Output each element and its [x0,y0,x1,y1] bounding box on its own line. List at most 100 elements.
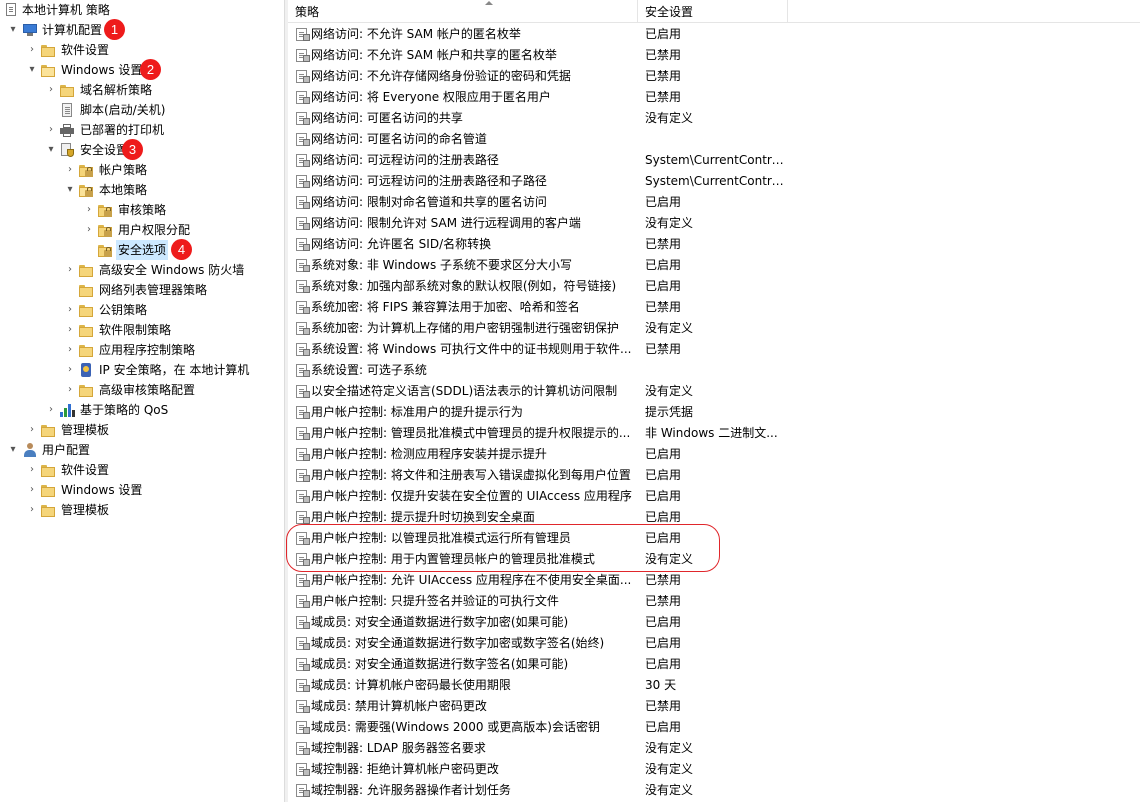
sort-ascending-icon [485,1,493,5]
policy-row[interactable]: 系统设置: 将 Windows 可执行文件中的证书规则用于软件... 已禁用 [288,339,1140,360]
expand-chevron-icon[interactable]: › [25,40,39,60]
expand-chevron-icon[interactable]: › [25,500,39,520]
policy-item-icon [295,468,310,483]
policy-row[interactable]: 用户帐户控制: 仅提升安装在安全位置的 UIAccess 应用程序 已启用 [288,486,1140,507]
policy-row[interactable]: 网络访问: 不允许 SAM 帐户和共享的匿名枚举 已禁用 [288,45,1140,66]
policy-name: 域控制器: LDAP 服务器签名要求 [311,741,486,755]
policy-row[interactable]: 系统设置: 可选子系统 [288,360,1140,381]
qos-chart-icon [59,402,75,418]
expand-chevron-icon[interactable]: › [82,220,96,240]
policy-row[interactable]: 域成员: 对安全通道数据进行数字签名(如果可能) 已启用 [288,654,1140,675]
policy-row[interactable]: 网络访问: 限制对命名管道和共享的匿名访问 已启用 [288,192,1140,213]
policy-row[interactable]: 域成员: 禁用计算机帐户密码更改 已禁用 [288,696,1140,717]
security-icon [59,142,75,158]
expand-chevron-icon[interactable]: › [44,400,58,420]
policy-row[interactable]: 以安全描述符定义语言(SDDL)语法表示的计算机访问限制 没有定义 [288,381,1140,402]
policy-row[interactable]: 用户帐户控制: 允许 UIAccess 应用程序在不使用安全桌面... 已禁用 [288,570,1140,591]
script-icon [59,102,75,118]
policy-row[interactable]: 网络访问: 可匿名访问的命名管道 [288,129,1140,150]
policy-row[interactable]: 网络访问: 限制允许对 SAM 进行远程调用的客户端 没有定义 [288,213,1140,234]
policy-item-icon [295,111,310,126]
policy-row[interactable]: 用户帐户控制: 将文件和注册表写入错误虚拟化到每用户位置 已启用 [288,465,1140,486]
policy-row[interactable]: 网络访问: 不允许存储网络身份验证的密码和凭据 已禁用 [288,66,1140,87]
collapse-chevron-icon[interactable]: ▾ [25,60,39,80]
policy-name: 网络访问: 不允许 SAM 帐户的匿名枚举 [311,27,521,41]
policy-name: 网络访问: 不允许 SAM 帐户和共享的匿名枚举 [311,48,557,62]
policy-item-icon [295,237,310,252]
policy-name: 域成员: 禁用计算机帐户密码更改 [311,699,487,713]
policy-name: 系统设置: 将 Windows 可执行文件中的证书规则用于软件... [311,342,632,356]
expand-chevron-icon[interactable]: › [25,480,39,500]
policy-row[interactable]: 网络访问: 可匿名访问的共享 没有定义 [288,108,1140,129]
policy-row[interactable]: 系统加密: 将 FIPS 兼容算法用于加密、哈希和签名 已禁用 [288,297,1140,318]
collapse-chevron-icon[interactable]: ▾ [6,440,20,460]
policy-setting: 已启用 [645,468,682,482]
collapse-chevron-icon[interactable]: ▾ [44,140,58,160]
column-header-setting[interactable]: 安全设置 [638,0,788,22]
policy-row[interactable]: 网络访问: 将 Everyone 权限应用于匿名用户 已禁用 [288,87,1140,108]
policy-name: 域成员: 需要强(Windows 2000 或更高版本)会话密钥 [311,720,600,734]
column-header-policy[interactable]: 策略 [288,0,638,22]
policy-row[interactable]: 域成员: 计算机帐户密码最长使用期限 30 天 [288,675,1140,696]
policy-setting: 没有定义 [645,111,694,125]
policy-name: 域成员: 对安全通道数据进行数字加密或数字签名(始终) [311,636,605,650]
policy-row[interactable]: 用户帐户控制: 检测应用程序安装并提示提升 已启用 [288,444,1140,465]
folder-icon [78,262,94,278]
expand-chevron-icon[interactable]: › [63,300,77,320]
collapse-chevron-icon[interactable]: ▾ [63,180,77,200]
policy-row[interactable]: 域成员: 对安全通道数据进行数字加密(如果可能) 已启用 [288,612,1140,633]
policy-row[interactable]: 用户帐户控制: 管理员批准模式中管理员的提升权限提示的... 非 Windows … [288,423,1140,444]
policy-row[interactable]: 系统加密: 为计算机上存储的用户密钥强制进行强密钥保护 没有定义 [288,318,1140,339]
policy-setting: 没有定义 [645,762,694,776]
policy-setting: 已禁用 [645,300,682,314]
expand-chevron-icon[interactable]: › [25,420,39,440]
ip-security-icon [78,362,94,378]
policy-row[interactable]: 域成员: 需要强(Windows 2000 或更高版本)会话密钥 已启用 [288,717,1140,738]
policy-row[interactable]: 域控制器: 拒绝计算机帐户密码更改 没有定义 [288,759,1140,780]
expand-chevron-icon[interactable]: › [63,360,77,380]
policy-name: 以安全描述符定义语言(SDDL)语法表示的计算机访问限制 [311,384,618,398]
console-tree[interactable]: 本地计算机 策略 ▾ 计算机配置 › 软件设置 ▾ Windows 设置 › 域名解析策略 脚本… [0,0,284,802]
expand-chevron-icon[interactable]: › [44,80,58,100]
policy-setting: 已启用 [645,615,682,629]
policy-name: 系统对象: 加强内部系统对象的默认权限(例如，符号链接) [311,279,617,293]
expand-chevron-icon[interactable]: › [25,460,39,480]
policy-row[interactable]: 域控制器: 允许服务器操作者计划任务 没有定义 [288,780,1140,801]
policy-setting: 已禁用 [645,90,682,104]
tree-node-label: 域名解析策略 [80,83,153,97]
policy-row[interactable]: 网络访问: 不允许 SAM 帐户的匿名枚举 已启用 [288,24,1140,45]
step-badge-2: 2 [140,59,161,80]
tree-node-label: 用户权限分配 [118,223,191,237]
policy-item-icon [295,363,310,378]
policy-row[interactable]: 网络访问: 可远程访问的注册表路径和子路径 System\CurrentContr… [288,171,1140,192]
expand-chevron-icon[interactable]: › [63,160,77,180]
policy-row[interactable]: 域控制器: LDAP 服务器签名要求 没有定义 [288,738,1140,759]
expand-chevron-icon[interactable]: › [44,120,58,140]
policy-row[interactable]: 网络访问: 允许匿名 SID/名称转换 已禁用 [288,234,1140,255]
folder-icon [40,462,56,478]
tree-node-label: 软件限制策略 [99,323,172,337]
expand-chevron-icon[interactable]: › [63,340,77,360]
column-resize-handle[interactable] [787,0,788,22]
policy-list[interactable]: 策略 安全设置 网络访问: 不允许 SAM 帐户的匿名枚举 已启用 网络访问: 不允… [288,0,1140,802]
expand-chevron-icon[interactable]: › [63,320,77,340]
policy-item-icon [295,216,310,231]
policy-row[interactable]: 系统对象: 非 Windows 子系统不要求区分大小写 已启用 [288,255,1140,276]
policy-row[interactable]: 域成员: 对安全通道数据进行数字加密或数字签名(始终) 已启用 [288,633,1140,654]
locked-folder-icon [78,182,94,198]
tree-root-label: 本地计算机 策略 [22,3,110,17]
policy-row[interactable]: 用户帐户控制: 标准用户的提升提示行为 提示凭据 [288,402,1140,423]
expand-chevron-icon[interactable]: › [63,380,77,400]
policy-name: 网络访问: 可匿名访问的共享 [311,111,463,125]
expand-chevron-icon[interactable]: › [63,260,77,280]
policy-row[interactable]: 系统对象: 加强内部系统对象的默认权限(例如，符号链接) 已启用 [288,276,1140,297]
tree-node-label: 基于策略的 QoS [80,403,169,417]
expand-chevron-icon[interactable]: › [82,200,96,220]
tree-node-label: 帐户策略 [99,163,148,177]
collapse-chevron-icon[interactable]: ▾ [6,20,20,40]
policy-row[interactable]: 用户帐户控制: 只提升签名并验证的可执行文件 已禁用 [288,591,1140,612]
policy-name: 系统设置: 可选子系统 [311,363,427,377]
policy-item-icon [295,615,310,630]
folder-icon [40,502,56,518]
policy-row[interactable]: 网络访问: 可远程访问的注册表路径 System\CurrentContro... [288,150,1140,171]
